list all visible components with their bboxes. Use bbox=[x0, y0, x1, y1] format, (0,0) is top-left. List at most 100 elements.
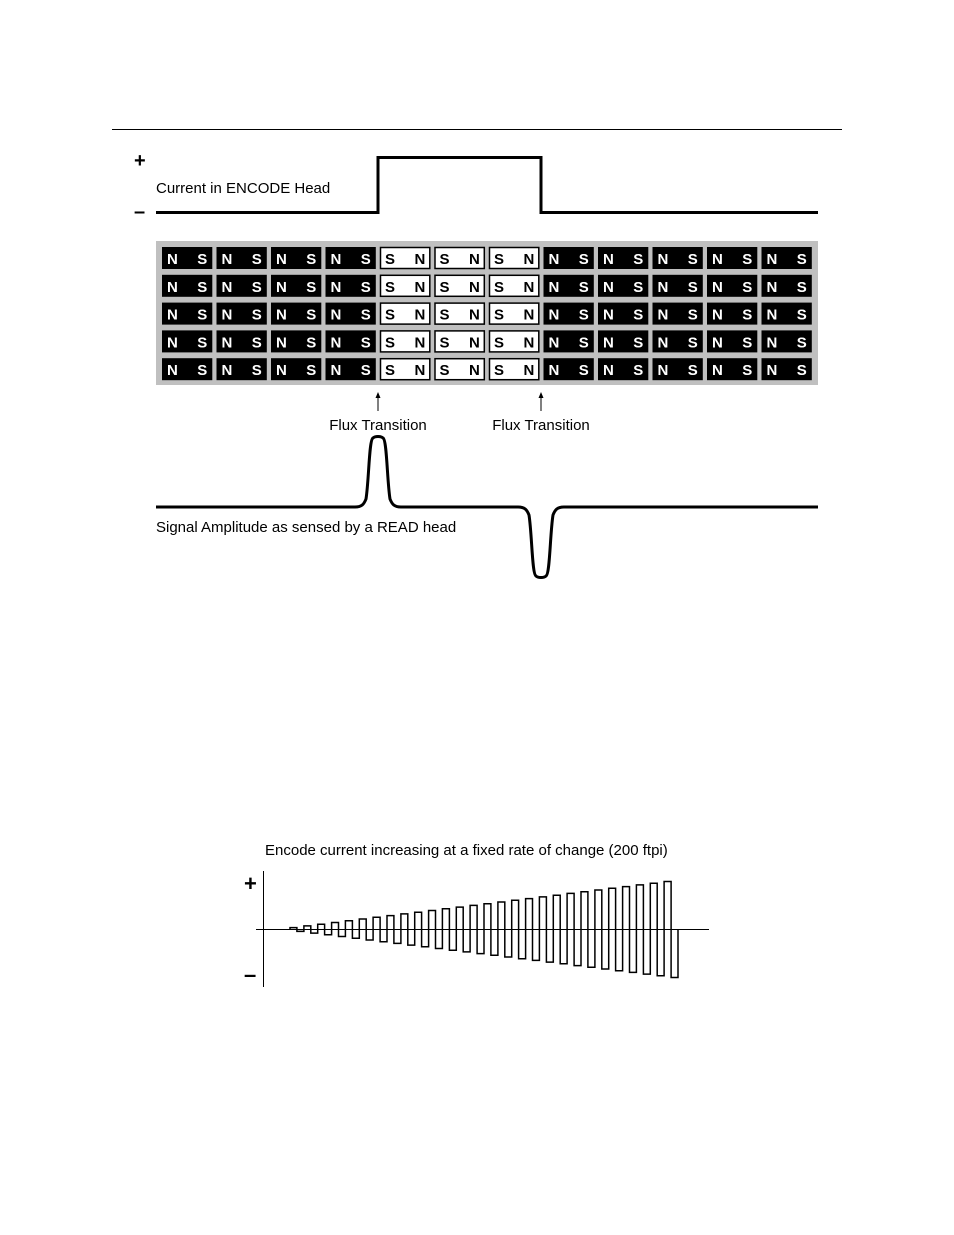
magnet-pole-left: N bbox=[549, 362, 560, 379]
magnet-pole-left: N bbox=[276, 362, 287, 379]
magnet-pole-left: N bbox=[222, 279, 233, 296]
magnet-pole-right: S bbox=[579, 251, 589, 268]
magnet-pole-right: S bbox=[306, 307, 316, 324]
magnet-pole-left: N bbox=[167, 334, 178, 351]
encode-minus-label: – bbox=[134, 201, 145, 223]
read-signal-diagram: Signal Amplitude as sensed by a READ hea… bbox=[156, 435, 818, 579]
magnet-pole-left: N bbox=[658, 334, 669, 351]
ramp-plus-label: + bbox=[244, 871, 257, 896]
magnet-pole-left: N bbox=[276, 334, 287, 351]
magnet-pole-right: N bbox=[469, 307, 480, 324]
magnet-pole-left: N bbox=[767, 279, 778, 296]
magnet-pole-right: S bbox=[633, 307, 643, 324]
flux-arrowhead-1 bbox=[375, 392, 381, 398]
flux-transition-label-1: Flux Transition bbox=[329, 417, 427, 434]
magnet-pole-right: S bbox=[252, 251, 262, 268]
encode-ramp-diagram: Encode current increasing at a fixed rat… bbox=[244, 842, 709, 987]
magnet-pole-right: S bbox=[252, 307, 262, 324]
magnet-pole-left: N bbox=[549, 251, 560, 268]
magnet-pole-left: N bbox=[658, 307, 669, 324]
magnet-pole-right: S bbox=[361, 251, 371, 268]
magnet-pole-right: N bbox=[414, 334, 425, 351]
magnet-pole-left: N bbox=[603, 307, 614, 324]
magnet-pole-left: N bbox=[167, 251, 178, 268]
magnet-pole-left: S bbox=[494, 251, 504, 268]
magnet-pole-left: N bbox=[222, 307, 233, 324]
magnet-pole-right: S bbox=[797, 251, 807, 268]
magnet-pole-right: S bbox=[688, 279, 698, 296]
magnet-pole-left: N bbox=[549, 307, 560, 324]
magnet-pole-left: S bbox=[385, 279, 395, 296]
magnet-pole-left: N bbox=[276, 279, 287, 296]
magnet-pole-right: S bbox=[797, 307, 807, 324]
magnet-pole-right: N bbox=[414, 307, 425, 324]
magnet-pole-right: S bbox=[306, 279, 316, 296]
magnet-pole-right: N bbox=[469, 334, 480, 351]
magnet-pole-right: S bbox=[306, 334, 316, 351]
magnet-pole-left: N bbox=[549, 279, 560, 296]
magnet-pole-left: N bbox=[658, 251, 669, 268]
magnet-pole-right: S bbox=[797, 334, 807, 351]
magnet-pole-left: S bbox=[440, 307, 450, 324]
magnet-pole-left: N bbox=[712, 279, 723, 296]
magnet-pole-right: S bbox=[742, 279, 752, 296]
magnet-pole-right: S bbox=[742, 334, 752, 351]
magnet-pole-right: S bbox=[742, 307, 752, 324]
magnet-pole-left: S bbox=[494, 334, 504, 351]
magnet-pole-right: S bbox=[579, 279, 589, 296]
magnet-strip: N S N S N S N S S N S N S N N S N S N S N S N SN S N S N S N S S N S N S N N S… bbox=[156, 241, 818, 385]
magnet-pole-left: S bbox=[440, 362, 450, 379]
magnet-pole-right: S bbox=[688, 334, 698, 351]
magnet-pole-right: N bbox=[523, 307, 534, 324]
ramp-minus-label: – bbox=[244, 962, 256, 987]
magnet-pole-right: S bbox=[361, 334, 371, 351]
magnet-pole-right: N bbox=[523, 362, 534, 379]
magnet-pole-left: N bbox=[712, 251, 723, 268]
magnet-pole-left: S bbox=[440, 251, 450, 268]
magnet-pole-left: N bbox=[222, 362, 233, 379]
magnet-pole-right: S bbox=[252, 334, 262, 351]
magnet-pole-left: S bbox=[440, 279, 450, 296]
read-head-label: Signal Amplitude as sensed by a READ hea… bbox=[156, 519, 456, 536]
ramp-title: Encode current increasing at a fixed rat… bbox=[265, 842, 668, 859]
magnet-pole-right: N bbox=[414, 362, 425, 379]
magnet-pole-right: S bbox=[197, 251, 207, 268]
magnet-pole-right: S bbox=[633, 279, 643, 296]
magnet-pole-right: S bbox=[688, 251, 698, 268]
magnet-pole-right: N bbox=[523, 251, 534, 268]
magnet-pole-right: S bbox=[306, 362, 316, 379]
magnet-pole-right: S bbox=[252, 362, 262, 379]
magnet-pole-left: N bbox=[222, 334, 233, 351]
magnet-pole-right: S bbox=[579, 362, 589, 379]
magnet-pole-left: N bbox=[712, 362, 723, 379]
magnet-pole-left: N bbox=[658, 362, 669, 379]
magnet-pole-left: S bbox=[440, 334, 450, 351]
page-canvas: + – Current in ENCODE Head NSNSNSNSSNSNS… bbox=[112, 129, 842, 987]
magnet-pole-right: S bbox=[797, 279, 807, 296]
magnet-pole-right: N bbox=[469, 362, 480, 379]
magnet-pole-left: N bbox=[331, 307, 342, 324]
magnet-pole-right: S bbox=[306, 251, 316, 268]
flux-transition-label-2: Flux Transition bbox=[492, 417, 590, 434]
magnet-pole-left: S bbox=[385, 362, 395, 379]
magnet-pole-right: N bbox=[414, 279, 425, 296]
encode-plus-label: + bbox=[134, 150, 146, 172]
magnet-pole-left: N bbox=[167, 279, 178, 296]
magnet-pole-right: S bbox=[197, 279, 207, 296]
flux-transition-markers: Flux Transition Flux Transition bbox=[329, 392, 590, 434]
magnet-pole-right: S bbox=[197, 334, 207, 351]
magnet-pole-right: N bbox=[469, 251, 480, 268]
magnet-pole-left: N bbox=[331, 251, 342, 268]
magnet-pole-left: N bbox=[712, 307, 723, 324]
magnet-pole-right: N bbox=[414, 251, 425, 268]
magnet-pole-left: S bbox=[385, 307, 395, 324]
encode-current-diagram: + – Current in ENCODE Head bbox=[134, 150, 818, 223]
read-signal-waveform bbox=[156, 435, 818, 579]
magnet-pole-right: S bbox=[633, 362, 643, 379]
magnet-pole-left: N bbox=[331, 279, 342, 296]
magnet-pole-left: N bbox=[603, 334, 614, 351]
magnet-pole-right: S bbox=[197, 362, 207, 379]
magnet-pole-left: N bbox=[767, 251, 778, 268]
magnet-pole-right: S bbox=[688, 362, 698, 379]
magnet-pole-left: N bbox=[549, 334, 560, 351]
